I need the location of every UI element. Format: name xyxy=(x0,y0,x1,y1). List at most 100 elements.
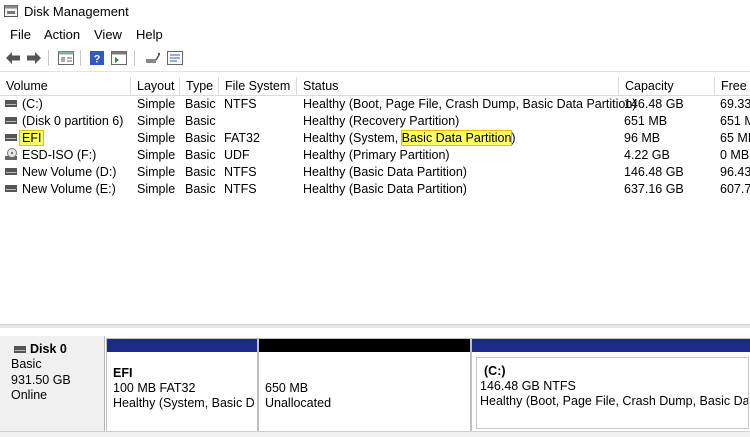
volume-type: Basic xyxy=(185,97,216,111)
volume-list: Volume Layout Type File System Status Ca… xyxy=(0,77,750,324)
volume-layout: Simple xyxy=(137,131,176,145)
volume-type: Basic xyxy=(185,165,216,179)
help-button[interactable]: ? xyxy=(88,49,106,67)
menu-bar: File Action View Help xyxy=(0,24,750,44)
partition-status: Healthy (System, Basic Data Partition) xyxy=(113,396,255,410)
status-highlight: Basic Data Partition xyxy=(400,130,513,146)
volume-layout: Simple xyxy=(137,114,176,128)
partition-status: Healthy (Boot, Page File, Crash Dump, Ba… xyxy=(480,394,749,408)
title-bar: Disk Management xyxy=(0,0,750,24)
menu-file[interactable]: File xyxy=(10,27,31,42)
volume-name-highlight: EFI xyxy=(18,130,45,146)
volume-layout: Simple xyxy=(137,182,176,196)
disk-name: Disk 0 xyxy=(30,342,67,356)
rescan-icon xyxy=(167,51,183,65)
column-header-free-space[interactable]: Free S xyxy=(715,77,750,96)
volume-status: Healthy (Boot, Page File, Crash Dump, Ba… xyxy=(303,97,637,111)
column-header-file-system[interactable]: File System xyxy=(219,77,297,96)
table-row[interactable]: EFI Simple Basic FAT32 Healthy (System, … xyxy=(0,130,750,147)
volume-status: Healthy (Primary Partition) xyxy=(303,148,450,162)
volume-capacity: 651 MB xyxy=(624,114,668,128)
volume-capacity: 637.16 GB xyxy=(624,182,684,196)
volume-capacity: 96 MB xyxy=(624,131,661,145)
volume-free-space: 0 MB xyxy=(720,148,750,162)
disk-0-label[interactable]: Disk 0 Basic 931.50 GB Online xyxy=(0,336,105,436)
volume-layout: Simple xyxy=(137,97,176,111)
volume-free-space: 607.76 xyxy=(720,182,750,196)
volume-icon xyxy=(5,185,17,192)
console-button[interactable] xyxy=(110,49,128,67)
volume-status: Healthy (System, Basic Data Partition) xyxy=(303,130,516,146)
volume-free-space: 96.43 xyxy=(720,165,750,179)
volume-type: Basic xyxy=(185,148,216,162)
volume-name: (Disk 0 partition 6) xyxy=(22,114,124,128)
column-header-volume[interactable]: Volume xyxy=(0,77,131,96)
volume-type: Basic xyxy=(185,182,216,196)
partition-size: 146.48 GB NTFS xyxy=(480,379,576,393)
volume-name: ESD-ISO (F:) xyxy=(22,148,97,162)
volume-layout: Simple xyxy=(137,148,176,162)
rescan-button[interactable] xyxy=(166,49,184,67)
toolbar: ? xyxy=(0,45,750,72)
table-row[interactable]: New Volume (D:) Simple Basic NTFS Health… xyxy=(0,164,750,181)
volume-free-space: 651 M xyxy=(720,114,750,128)
partition-bar xyxy=(472,339,750,352)
column-header-capacity[interactable]: Capacity xyxy=(619,77,715,96)
disk-state: Online xyxy=(11,388,48,402)
toolbar-separator xyxy=(80,50,81,66)
partition-status: Unallocated xyxy=(265,396,332,410)
table-row[interactable]: (Disk 0 partition 6) Simple Basic Health… xyxy=(0,113,750,130)
volume-type: Basic xyxy=(185,131,216,145)
volume-name: New Volume (E:) xyxy=(22,182,116,196)
volume-status: Healthy (Recovery Partition) xyxy=(303,114,460,128)
console-icon xyxy=(111,51,127,65)
disk-size: 931.50 GB xyxy=(11,373,71,387)
toolbar-separator xyxy=(134,50,135,66)
back-icon xyxy=(6,52,20,64)
partition-c[interactable]: (C:) 146.48 GB NTFS Healthy (Boot, Page … xyxy=(471,338,750,434)
partition-bar xyxy=(107,339,257,352)
disk-management-icon xyxy=(4,5,18,17)
column-header-layout[interactable]: Layout xyxy=(131,77,180,96)
properties-button[interactable] xyxy=(57,49,75,67)
help-icon: ? xyxy=(90,51,104,66)
connect-icon xyxy=(146,52,160,63)
table-row[interactable]: New Volume (E:) Simple Basic NTFS Health… xyxy=(0,181,750,198)
partition-bar xyxy=(259,339,470,352)
volume-name: New Volume (D:) xyxy=(22,165,117,179)
volume-status: Healthy (Basic Data Partition) xyxy=(303,165,467,179)
back-button[interactable] xyxy=(4,49,22,67)
column-header-type[interactable]: Type xyxy=(180,77,219,96)
column-header-status[interactable]: Status xyxy=(297,77,619,96)
volume-capacity: 146.48 GB xyxy=(624,165,684,179)
connect-button[interactable] xyxy=(143,49,161,67)
menu-action[interactable]: Action xyxy=(44,27,80,42)
volume-status: Healthy (Basic Data Partition) xyxy=(303,182,467,196)
toolbar-separator xyxy=(48,50,49,66)
volume-capacity: 4.22 GB xyxy=(624,148,670,162)
pane-splitter[interactable] xyxy=(0,324,750,328)
partition-unallocated[interactable]: 650 MB Unallocated xyxy=(258,338,471,434)
partition-size: 650 MB xyxy=(265,381,309,395)
disk-map: Disk 0 Basic 931.50 GB Online EFI 100 MB… xyxy=(0,332,750,436)
volume-file-system: NTFS xyxy=(224,165,257,179)
status-strip xyxy=(0,431,750,437)
volume-icon xyxy=(5,168,17,175)
partition-efi[interactable]: EFI 100 MB FAT32 Healthy (System, Basic … xyxy=(106,338,258,434)
table-row[interactable]: (C:) Simple Basic NTFS Healthy (Boot, Pa… xyxy=(0,96,750,113)
menu-help[interactable]: Help xyxy=(136,27,163,42)
partition-name: (C:) xyxy=(484,364,506,378)
volume-layout: Simple xyxy=(137,165,176,179)
volume-icon xyxy=(5,117,17,124)
optical-disc-icon xyxy=(5,148,17,160)
forward-icon xyxy=(27,52,41,64)
partition-inner-frame: (C:) 146.48 GB NTFS Healthy (Boot, Page … xyxy=(476,357,749,429)
svg-text:?: ? xyxy=(94,54,101,66)
forward-button[interactable] xyxy=(25,49,43,67)
menu-view[interactable]: View xyxy=(94,27,122,42)
disk-type: Basic xyxy=(11,357,42,371)
volume-file-system: UDF xyxy=(224,148,250,162)
volume-capacity: 146.48 GB xyxy=(624,97,684,111)
table-row[interactable]: ESD-ISO (F:) Simple Basic UDF Healthy (P… xyxy=(0,147,750,164)
volume-file-system: NTFS xyxy=(224,182,257,196)
